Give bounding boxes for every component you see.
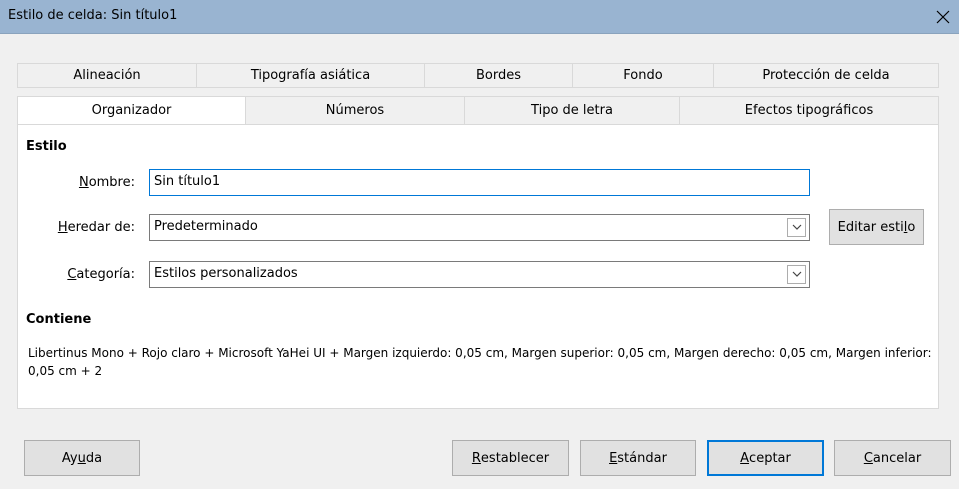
heredar-label: Heredar de: (58, 220, 135, 235)
tab-label: Organizador (91, 103, 172, 118)
button-label: ancelar (872, 450, 922, 466)
button-label: establecer (480, 450, 550, 466)
button-label: Ay (61, 450, 78, 466)
mnemonic: u (77, 450, 86, 466)
categoria-dropdown[interactable]: Estilos personalizados (149, 261, 810, 288)
mnemonic: C (863, 450, 873, 466)
mnemonic: A (740, 450, 750, 466)
tab-tipo-de-letra[interactable]: Tipo de letra (464, 96, 679, 125)
organizer-panel: Estilo Nombre: Sin título1 Heredar de: P… (17, 124, 939, 409)
dropdown-button[interactable] (787, 265, 806, 284)
title-bar: Estilo de celda: Sin título1 (0, 0, 959, 34)
chevron-down-icon (792, 224, 802, 230)
button-label: ceptar (749, 450, 791, 466)
categoria-label: Categoría: (67, 267, 135, 282)
ayuda-button[interactable]: Ay u da (24, 440, 140, 476)
tab-label: Tipografía asiática (250, 68, 371, 83)
tab-label: Protección de celda (762, 68, 890, 83)
label-text: ategoría: (76, 267, 135, 282)
tab-label: Efectos tipográficos (744, 103, 874, 118)
estilo-heading: Estilo (26, 139, 67, 154)
close-icon (936, 10, 950, 24)
restablecer-button[interactable]: Restablecer (452, 440, 569, 476)
tab-label: Tipo de letra (531, 103, 613, 118)
cancelar-button[interactable]: Cancelar (834, 440, 951, 476)
label-text: ombre: (88, 175, 135, 190)
dropdown-button[interactable] (787, 218, 806, 237)
heredar-value: Predeterminado (154, 219, 258, 234)
tab-proteccion-de-celda[interactable]: Protección de celda (713, 63, 939, 88)
tab-label: Números (325, 103, 385, 118)
tab-bordes[interactable]: Bordes (424, 63, 572, 88)
nombre-label: Nombre: (79, 175, 135, 190)
mnemonic: H (57, 220, 68, 235)
chevron-down-icon (792, 271, 802, 277)
tab-row-bottom: Organizador Números Tipo de letra Efecto… (17, 96, 939, 125)
estandar-button[interactable]: Estándar (580, 440, 696, 476)
tab-row-top: Alineación Tipografía asiática Bordes Fo… (17, 63, 939, 88)
editar-estilo-button[interactable]: Editar esti l o (829, 209, 924, 245)
tab-fondo[interactable]: Fondo (572, 63, 713, 88)
tab-numeros[interactable]: Números (245, 96, 464, 125)
window-title: Estilo de celda: Sin título1 (8, 8, 178, 23)
tab-tipografia-asiatica[interactable]: Tipografía asiática (196, 63, 424, 88)
button-label: stándar (617, 450, 667, 466)
nombre-field[interactable]: Sin título1 (149, 169, 810, 196)
tab-organizador[interactable]: Organizador (17, 96, 245, 125)
tab-label: Fondo (623, 68, 663, 83)
tab-alineacion[interactable]: Alineación (17, 63, 196, 88)
label-text: eredar de: (67, 220, 135, 235)
nombre-value: Sin título1 (154, 174, 221, 189)
contiene-heading: Contiene (26, 312, 92, 327)
mnemonic: R (471, 450, 481, 466)
tab-label: Bordes (475, 68, 521, 83)
contiene-description: Libertinus Mono + Rojo claro + Microsoft… (28, 346, 932, 378)
aceptar-button[interactable]: Aceptar (707, 440, 824, 476)
heredar-de-dropdown[interactable]: Predeterminado (149, 214, 810, 241)
button-label: da (85, 450, 103, 466)
tab-efectos-tipograficos[interactable]: Efectos tipográficos (679, 96, 939, 125)
categoria-value: Estilos personalizados (154, 266, 298, 281)
close-button[interactable] (925, 0, 959, 34)
mnemonic: E (609, 450, 618, 466)
button-label: o (907, 219, 916, 235)
button-label: Editar esti (837, 219, 904, 235)
tab-label: Alineación (73, 68, 141, 83)
mnemonic: N (78, 175, 89, 190)
